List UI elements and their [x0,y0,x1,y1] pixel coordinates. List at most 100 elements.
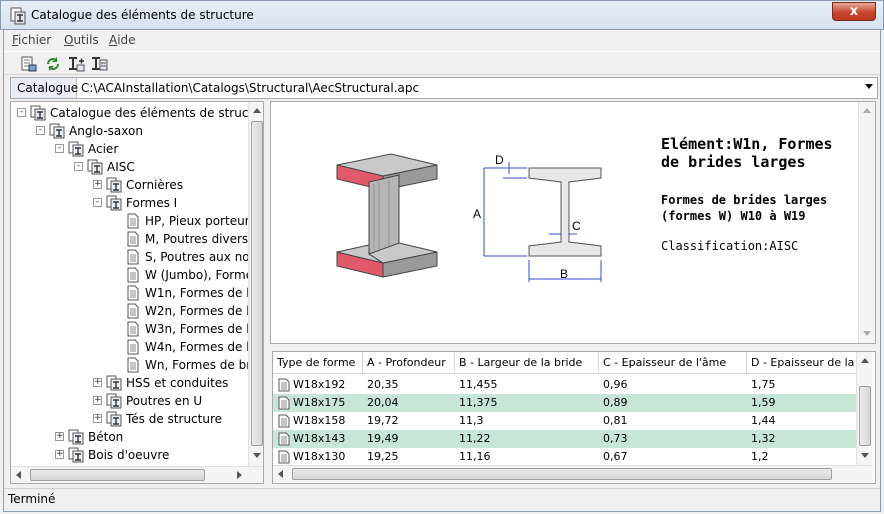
tree-item-label: Poutres en U [126,394,203,408]
collapse-icon[interactable]: - [36,126,45,135]
tree-item-label: HSS et conduites [126,376,229,390]
refresh-icon[interactable] [44,56,62,72]
expand-icon[interactable]: + [55,432,64,441]
folder-icon [68,447,84,463]
tree-item[interactable]: W2n, Formes de br [11,302,259,320]
scroll-up-icon[interactable] [253,108,261,113]
table-vertical-scrollbar[interactable] [856,352,873,465]
scroll-up-icon[interactable] [861,358,869,363]
table-cell: 1,32 [751,432,776,445]
column-header[interactable]: A - Profondeur [363,352,455,374]
menu-fichier[interactable]: Fichier [12,33,51,47]
menu-outils[interactable]: Outils [64,33,99,47]
tree-item[interactable]: + Cornières [11,176,247,194]
tree-item[interactable]: + HSS et conduites [11,374,247,392]
tree-item[interactable]: + Poutres en U [11,392,247,410]
expand-icon[interactable]: + [93,378,102,387]
expand-icon[interactable]: + [93,414,102,423]
preview-vertical-scrollbar[interactable] [858,102,875,343]
element-subtitle: Formes de brides larges (formes W) W10 à… [661,193,828,223]
chevron-down-icon[interactable] [865,84,873,89]
tree-item[interactable]: M, Poutres diverses [11,230,262,248]
tree-item[interactable]: W (Jumbo), Forme [11,266,253,284]
toolbar [4,51,880,75]
scroll-right-icon[interactable] [237,471,242,479]
shape-type-label: W18x130 [293,450,346,463]
table-row[interactable]: W18x130 19,25 11,16 0,67 1,2 [273,448,856,466]
tree-scroll-thumb[interactable] [251,121,263,446]
tree-item[interactable]: S, Poutres aux norr [11,248,259,266]
scroll-down-icon[interactable] [253,453,261,458]
tree-item[interactable]: - Catalogue des éléments de structure [11,104,263,122]
scroll-left-icon[interactable] [16,471,21,479]
close-button[interactable]: x [832,2,876,21]
tree-item[interactable]: W1n, Formes de bri [11,284,262,302]
catalog-tree[interactable]: + Bois d'oeuvre + Béton + Tés de structure + Po… [10,101,264,484]
column-header[interactable]: C - Epaisseur de l'âme [599,352,747,374]
tree-vertical-scrollbar[interactable] [248,102,263,466]
member-size-table[interactable]: Type de forme A - Profondeur B - Largeur d… [272,351,876,484]
scroll-left-icon[interactable] [278,470,283,478]
open-catalog-icon[interactable] [20,56,38,72]
doc-icon [127,231,139,247]
tree-item-label: W4n, Formes de br [145,340,259,354]
tree-item[interactable]: HP, Pieux porteurs [11,212,256,230]
doc-icon [127,321,139,337]
collapse-icon[interactable]: - [17,108,26,117]
status-text: Terminé [8,492,56,506]
collapse-icon[interactable]: - [93,198,102,207]
column-header[interactable]: B - Largeur de la bride [455,352,599,374]
tree-item[interactable]: Wn, Formes de bric [11,356,261,374]
tree-horizontal-scrollbar[interactable] [11,466,263,483]
table-horizontal-scrollbar[interactable] [273,465,873,482]
collapse-icon[interactable]: - [55,144,64,153]
tree-item[interactable]: - Acier [11,140,247,158]
tree-item[interactable]: - Formes I [11,194,247,212]
collapse-icon[interactable]: - [74,162,83,171]
table-row[interactable]: W18x192 20,35 11,455 0,96 1,75 [273,376,856,394]
section-preview-pane: A D C B Elément:W1n, Formes de brides la… [270,101,876,344]
status-bar: Terminé [4,488,880,510]
scroll-down-icon[interactable] [861,453,869,458]
tree-item[interactable]: W3n, Formes de br [11,320,259,338]
doc-icon [127,213,139,229]
table-hscroll-thumb[interactable] [292,468,832,480]
expand-icon[interactable]: + [93,180,102,189]
dim-a-label: A [473,207,481,221]
table-row[interactable]: W18x175 20,04 11,375 0,89 1,59 [273,394,856,412]
tree-item[interactable]: + Bois d'oeuvre [11,446,247,464]
table-scroll-thumb[interactable] [859,386,871,446]
scroll-up-icon[interactable] [863,108,871,113]
table-cell: 0,81 [603,414,628,427]
tree-item-label: Formes I [126,196,178,210]
catalog-path-input[interactable]: C:\ACAInstallation\Catalogs\Structural\A… [81,81,419,95]
tree-item-label: Wn, Formes de bric [145,358,262,372]
add-member-icon[interactable] [67,56,85,72]
tree-item[interactable]: + Béton [11,428,247,446]
menu-bar: Fichier Outils Aide [4,31,880,50]
tree-item[interactable]: - Anglo-saxon [11,122,247,140]
scroll-down-icon[interactable] [863,331,871,336]
tree-hscroll-thumb[interactable] [30,469,205,481]
column-header[interactable]: D - Epaisseur de la b [747,352,857,374]
catalog-path-bar[interactable]: Catalogue C:\ACAInstallation\Catalogs\St… [10,77,878,99]
column-header[interactable]: Type de forme [273,352,363,374]
tree-item[interactable]: - AISC [11,158,247,176]
shape-type-label: W18x175 [293,396,346,409]
table-cell: 0,89 [603,396,628,409]
table-cell: 11,22 [459,432,491,445]
table-cell: W18x175 [273,394,363,412]
doc-icon [127,249,139,265]
table-row[interactable]: W18x143 19,49 11,22 0,73 1,32 [273,430,856,448]
tree-item[interactable]: + Tés de structure [11,410,247,428]
tree-item-label: W (Jumbo), Forme [145,268,254,282]
expand-icon[interactable]: + [93,396,102,405]
menu-aide[interactable]: Aide [109,33,136,47]
expand-icon[interactable]: + [55,450,64,459]
dim-c-label: C [572,219,581,233]
element-classification: Classification:AISC [661,239,799,253]
tree-item[interactable]: W4n, Formes de br [11,338,259,356]
table-cell: 1,2 [751,450,769,463]
table-row[interactable]: W18x158 19,72 11,3 0,81 1,44 [273,412,856,430]
edit-member-icon[interactable] [90,56,108,72]
